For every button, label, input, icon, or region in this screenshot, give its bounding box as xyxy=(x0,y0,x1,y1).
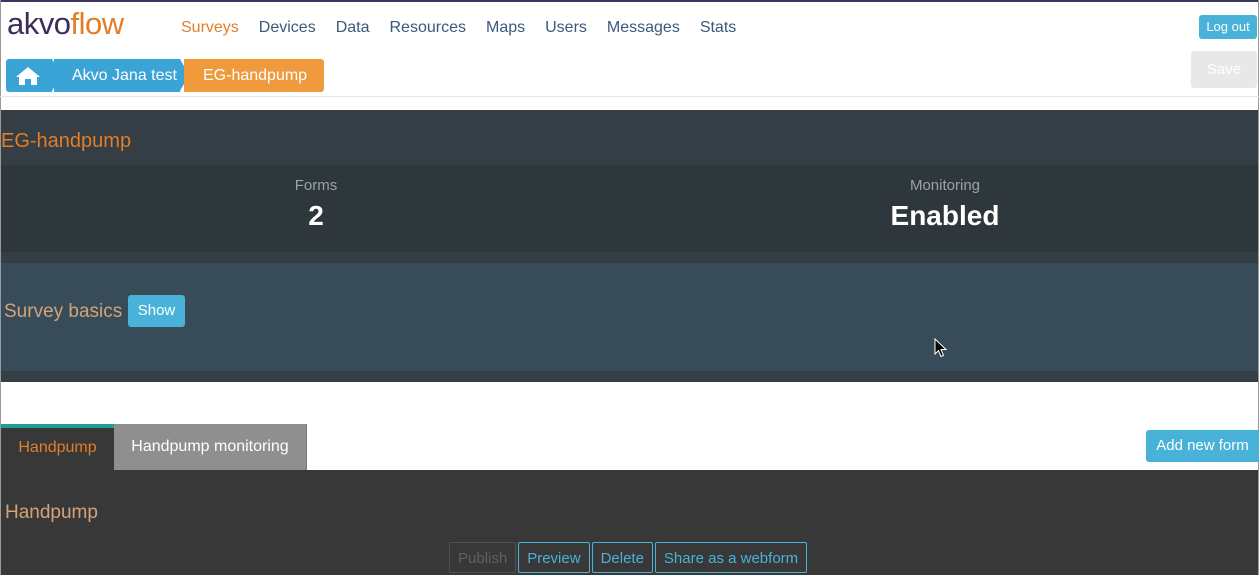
nav-devices[interactable]: Devices xyxy=(259,18,316,38)
stat-forms-label: Forms xyxy=(294,177,338,194)
stat-forms: Forms 2 xyxy=(216,177,416,232)
nav-users[interactable]: Users xyxy=(545,18,587,38)
survey-basics: Survey basics Show xyxy=(1,263,1258,371)
tab-handpump[interactable]: Handpump xyxy=(1,424,114,470)
breadcrumb-folder-label: Akvo Jana test xyxy=(72,67,177,84)
show-basics-button[interactable]: Show xyxy=(128,295,185,327)
survey-basics-label: Survey basics xyxy=(4,301,123,322)
logo-flow: flow xyxy=(70,6,124,41)
akvoflow-logo[interactable]: akvoflow xyxy=(7,4,124,44)
nav-maps[interactable]: Maps xyxy=(486,18,525,38)
preview-button[interactable]: Preview xyxy=(518,542,590,573)
nav-data[interactable]: Data xyxy=(336,18,370,38)
main-nav: Surveys Devices Data Resources Maps User… xyxy=(181,18,756,38)
home-icon xyxy=(16,67,40,85)
nav-resources[interactable]: Resources xyxy=(390,18,466,38)
stat-monitoring: Monitoring Enabled xyxy=(845,177,1045,232)
stat-forms-value: 2 xyxy=(308,200,324,231)
add-new-form-button[interactable]: Add new form xyxy=(1146,430,1259,462)
tab-handpump-monitoring[interactable]: Handpump monitoring xyxy=(114,424,307,470)
breadcrumb-folder[interactable]: Akvo Jana test xyxy=(54,59,180,92)
stat-monitoring-label: Monitoring xyxy=(909,177,981,194)
form-name: Handpump xyxy=(5,502,98,523)
save-button[interactable]: Save xyxy=(1191,51,1257,88)
nav-stats[interactable]: Stats xyxy=(700,18,736,38)
logout-button[interactable]: Log out xyxy=(1199,15,1257,39)
delete-button[interactable]: Delete xyxy=(591,542,653,573)
breadcrumb-home[interactable] xyxy=(6,59,52,92)
nav-messages[interactable]: Messages xyxy=(607,18,680,38)
form-actions: Publish Preview Delete Share as a webfor… xyxy=(449,542,808,573)
logo-akvo: akvo xyxy=(7,6,71,41)
breadcrumb-current-label: EG-handpump xyxy=(203,67,308,84)
form-panel: Handpump Publish Preview Delete Share as… xyxy=(1,470,1258,575)
survey-stats: Forms 2 Monitoring Enabled xyxy=(1,165,1258,252)
share-webform-button[interactable]: Share as a webform xyxy=(654,542,808,573)
top-border xyxy=(0,0,1259,2)
mouse-cursor-icon xyxy=(934,338,948,358)
breadcrumb-current: EG-handpump xyxy=(184,59,324,92)
stat-monitoring-value: Enabled xyxy=(890,200,1000,231)
publish-button[interactable]: Publish xyxy=(449,542,517,573)
nav-surveys[interactable]: Surveys xyxy=(181,18,239,38)
header-divider xyxy=(0,96,1259,97)
survey-title: EG-handpump xyxy=(1,130,132,152)
